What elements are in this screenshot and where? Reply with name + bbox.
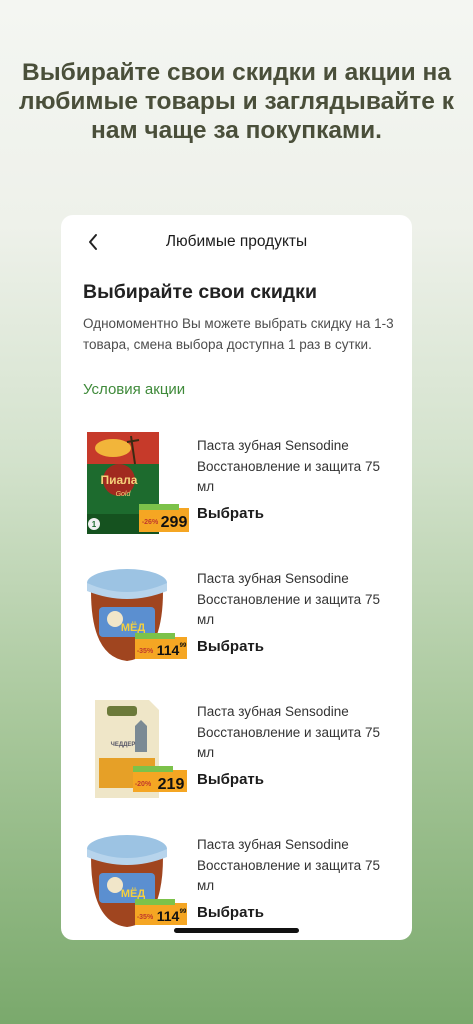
discount-badge: -26% <box>142 519 159 526</box>
price-tag: 114 <box>157 642 180 658</box>
product-item: ЧЕДДЕР -20% 219 Паста зубная Sensodine В… <box>83 694 401 804</box>
product-name: Паста зубная Sensodine Восстановление и … <box>197 704 380 760</box>
product-item: МЁД -35% 114 99 Паста зубная Sensodine В… <box>83 827 401 937</box>
price-tag: 299 <box>161 514 188 531</box>
product-item: Пиала Gold 1 -26% 299 Паста зубная Senso… <box>83 428 401 538</box>
svg-text:1: 1 <box>92 520 97 529</box>
top-bar: Любимые продукты <box>61 215 412 269</box>
product-name: Паста зубная Sensodine Восстановление и … <box>197 837 380 893</box>
product-name: Паста зубная Sensodine Восстановление и … <box>197 438 380 494</box>
promo-headline: Выбирайте свои скидки и акции на любимые… <box>19 59 454 144</box>
product-image: Пиала Gold 1 -26% 299 <box>83 428 189 538</box>
product-brand: ЧЕДДЕР <box>111 742 136 748</box>
price-cents: 99 <box>180 643 187 649</box>
select-button[interactable]: Выбрать <box>197 771 264 788</box>
discount-badge: -20% <box>135 781 152 788</box>
product-image: ЧЕДДЕР -20% 219 <box>83 694 187 804</box>
section-title: Выбирайте свои скидки <box>83 281 317 303</box>
price-tag: 219 <box>158 776 185 793</box>
product-brand-sub: Gold <box>116 491 132 498</box>
product-brand: Пиала <box>101 473 138 487</box>
price-cents: 99 <box>180 909 187 915</box>
select-button[interactable]: Выбрать <box>197 505 264 522</box>
product-name: Паста зубная Sensodine Восстановление и … <box>197 571 380 627</box>
product-image: МЁД -35% 114 99 <box>83 827 187 937</box>
product-item: МЁД -35% 114 99 Паста зубная Sensodine В… <box>83 561 401 671</box>
favorite-products-screen: Любимые продукты Выбирайте свои скидки О… <box>61 215 412 940</box>
tea-box-image: Пиала Gold 1 -26% 299 <box>87 432 189 534</box>
discount-badge: -35% <box>137 914 154 921</box>
select-button[interactable]: Выбрать <box>197 638 264 655</box>
product-image: МЁД -35% 114 99 <box>83 561 187 671</box>
terms-link[interactable]: Условия акции <box>83 381 185 398</box>
honey-jar-image: МЁД -35% 114 99 <box>87 835 187 927</box>
product-brand: МЁД <box>121 621 146 634</box>
price-tag: 114 <box>157 908 180 924</box>
discount-badge: -35% <box>137 648 154 655</box>
select-button[interactable]: Выбрать <box>197 904 264 921</box>
screen-title: Любимые продукты <box>165 233 308 250</box>
honey-jar-image: МЁД -35% 114 99 <box>87 569 187 661</box>
cheese-pack-image: ЧЕДДЕР -20% 219 <box>95 700 187 798</box>
section-description: Одномоментно Вы можете выбрать скидку на… <box>83 316 394 352</box>
product-brand: МЁД <box>121 887 146 900</box>
home-indicator <box>174 928 299 933</box>
